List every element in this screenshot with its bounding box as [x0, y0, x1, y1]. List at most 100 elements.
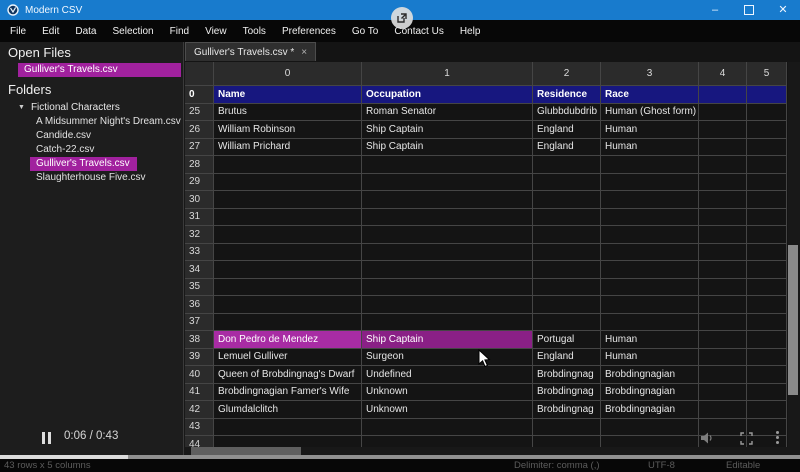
tab-gullivers-travels[interactable]: Gulliver's Travels.csv * ×: [185, 42, 316, 61]
cell-r0-c4[interactable]: [699, 86, 747, 104]
row-header-37[interactable]: 37: [185, 314, 214, 332]
pip-overlay-button[interactable]: [391, 7, 413, 29]
row-header-40[interactable]: 40: [185, 366, 214, 384]
cell-r27-c0[interactable]: William Prichard: [214, 139, 362, 157]
cell-r34-c5[interactable]: [747, 261, 787, 279]
cell-r0-c1[interactable]: Occupation: [362, 86, 533, 104]
column-header-4[interactable]: 4: [699, 62, 747, 86]
cell-r31-c2[interactable]: [533, 209, 601, 227]
cell-r38-c3[interactable]: Human: [601, 331, 699, 349]
tree-file-a-midsummer-night-s-dream-csv[interactable]: A Midsummer Night's Dream.csv: [30, 115, 143, 129]
row-header-29[interactable]: 29: [185, 174, 214, 192]
cell-r44-c5[interactable]: [747, 436, 787, 447]
menu-item-file[interactable]: File: [2, 22, 34, 41]
cell-r34-c3[interactable]: [601, 261, 699, 279]
cell-r29-c2[interactable]: [533, 174, 601, 192]
cell-r37-c1[interactable]: [362, 314, 533, 332]
cell-r43-c0[interactable]: [214, 419, 362, 437]
row-header-33[interactable]: 33: [185, 244, 214, 262]
cell-r27-c2[interactable]: England: [533, 139, 601, 157]
cell-r26-c0[interactable]: William Robinson: [214, 121, 362, 139]
cell-r32-c5[interactable]: [747, 226, 787, 244]
open-file-gulliver-s-travels-csv[interactable]: Gulliver's Travels.csv: [18, 63, 181, 77]
cell-r32-c0[interactable]: [214, 226, 362, 244]
volume-icon[interactable]: [700, 431, 716, 450]
cell-r33-c1[interactable]: [362, 244, 533, 262]
cell-r34-c1[interactable]: [362, 261, 533, 279]
cell-r33-c3[interactable]: [601, 244, 699, 262]
row-header-27[interactable]: 27: [185, 139, 214, 157]
menu-item-edit[interactable]: Edit: [34, 22, 67, 41]
row-header-31[interactable]: 31: [185, 209, 214, 227]
cell-r26-c1[interactable]: Ship Captain: [362, 121, 533, 139]
cell-r42-c5[interactable]: [747, 401, 787, 419]
cell-r38-c4[interactable]: [699, 331, 747, 349]
cell-r30-c3[interactable]: [601, 191, 699, 209]
cell-r0-c5[interactable]: [747, 86, 787, 104]
cell-r33-c5[interactable]: [747, 244, 787, 262]
column-header-5[interactable]: 5: [747, 62, 787, 86]
cell-r35-c2[interactable]: [533, 279, 601, 297]
player-menu-icon[interactable]: [776, 431, 780, 444]
cell-r0-c0[interactable]: Name: [214, 86, 362, 104]
cell-r41-c1[interactable]: Unknown: [362, 384, 533, 402]
cell-r28-c5[interactable]: [747, 156, 787, 174]
cell-r28-c1[interactable]: [362, 156, 533, 174]
row-header-41[interactable]: 41: [185, 384, 214, 402]
cell-r43-c2[interactable]: [533, 419, 601, 437]
tab-close-icon[interactable]: ×: [301, 47, 307, 58]
row-header-32[interactable]: 32: [185, 226, 214, 244]
cell-r40-c0[interactable]: Queen of Brobdingnag's Dwarf: [214, 366, 362, 384]
row-header-34[interactable]: 34: [185, 261, 214, 279]
cell-r43-c3[interactable]: [601, 419, 699, 437]
cell-r38-c2[interactable]: Portugal: [533, 331, 601, 349]
cell-r41-c5[interactable]: [747, 384, 787, 402]
row-header-36[interactable]: 36: [185, 296, 214, 314]
cell-r30-c4[interactable]: [699, 191, 747, 209]
cell-r39-c5[interactable]: [747, 349, 787, 367]
row-header-39[interactable]: 39: [185, 349, 214, 367]
cell-r35-c5[interactable]: [747, 279, 787, 297]
cell-r26-c2[interactable]: England: [533, 121, 601, 139]
cell-r31-c4[interactable]: [699, 209, 747, 227]
cell-r28-c3[interactable]: [601, 156, 699, 174]
cell-r36-c3[interactable]: [601, 296, 699, 314]
folder-tree-root[interactable]: ▼ Fictional Characters: [0, 99, 183, 115]
cell-r41-c4[interactable]: [699, 384, 747, 402]
cell-r35-c0[interactable]: [214, 279, 362, 297]
cell-r27-c1[interactable]: Ship Captain: [362, 139, 533, 157]
cell-r40-c2[interactable]: Brobdingnag: [533, 366, 601, 384]
row-header-35[interactable]: 35: [185, 279, 214, 297]
cell-r34-c0[interactable]: [214, 261, 362, 279]
cell-r37-c5[interactable]: [747, 314, 787, 332]
cell-r32-c3[interactable]: [601, 226, 699, 244]
cell-r39-c3[interactable]: Human: [601, 349, 699, 367]
cell-r33-c4[interactable]: [699, 244, 747, 262]
cell-r36-c5[interactable]: [747, 296, 787, 314]
cell-r42-c2[interactable]: Brobdingnag: [533, 401, 601, 419]
menu-item-find[interactable]: Find: [162, 22, 197, 41]
cell-r32-c4[interactable]: [699, 226, 747, 244]
cell-r42-c0[interactable]: Glumdalclitch: [214, 401, 362, 419]
cell-r29-c0[interactable]: [214, 174, 362, 192]
menu-item-help[interactable]: Help: [452, 22, 489, 41]
cell-r25-c1[interactable]: Roman Senator: [362, 104, 533, 122]
cell-r29-c5[interactable]: [747, 174, 787, 192]
close-button[interactable]: ✕: [766, 0, 800, 20]
cell-r42-c1[interactable]: Unknown: [362, 401, 533, 419]
cell-r26-c5[interactable]: [747, 121, 787, 139]
cell-r25-c2[interactable]: Glubbdubdrib: [533, 104, 601, 122]
cell-r37-c2[interactable]: [533, 314, 601, 332]
row-header-38[interactable]: 38: [185, 331, 214, 349]
cell-r31-c5[interactable]: [747, 209, 787, 227]
cell-r40-c3[interactable]: Brobdingnagian: [601, 366, 699, 384]
fullscreen-icon[interactable]: [740, 432, 753, 450]
cell-r27-c5[interactable]: [747, 139, 787, 157]
cell-r27-c3[interactable]: Human: [601, 139, 699, 157]
pause-button[interactable]: [42, 432, 54, 444]
row-header-43[interactable]: 43: [185, 419, 214, 437]
cell-r31-c1[interactable]: [362, 209, 533, 227]
menu-item-view[interactable]: View: [197, 22, 235, 41]
column-header-2[interactable]: 2: [533, 62, 601, 86]
cell-r41-c3[interactable]: Brobdingnagian: [601, 384, 699, 402]
